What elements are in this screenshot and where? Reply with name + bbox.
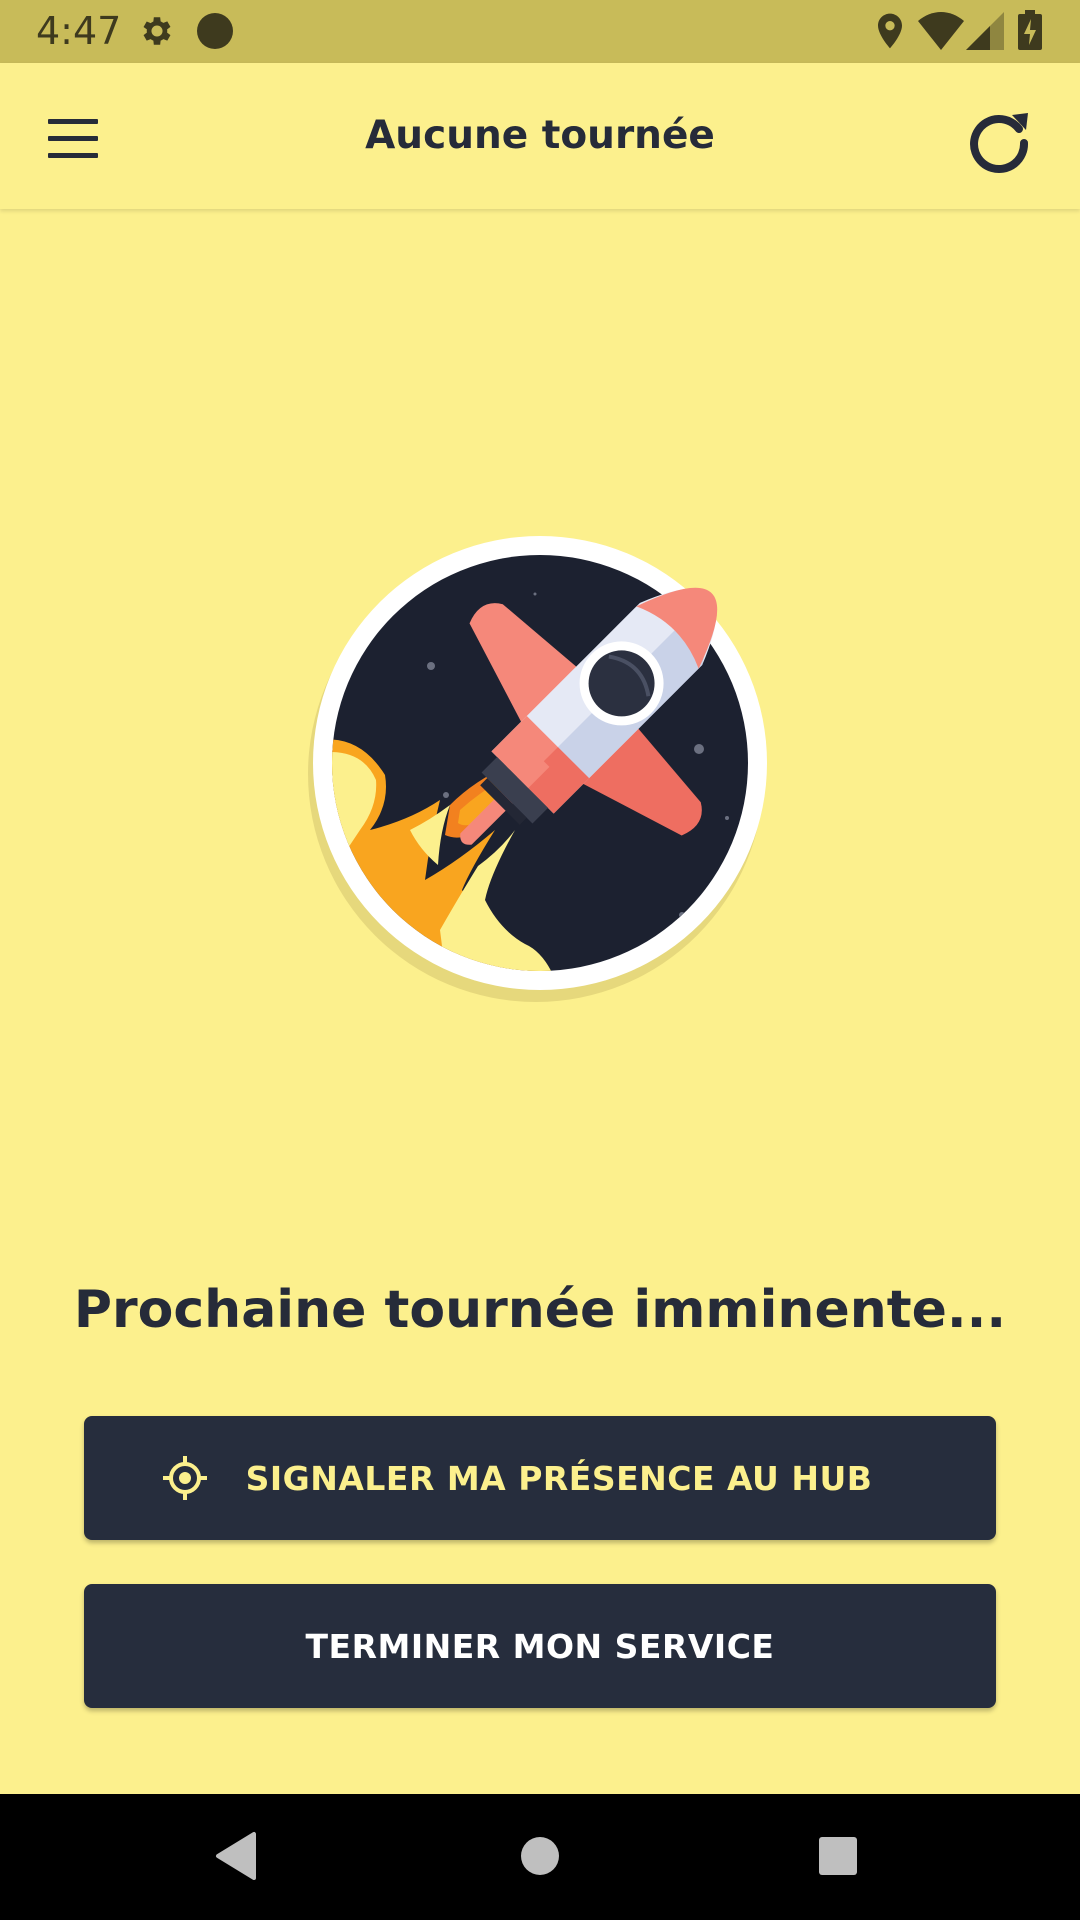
rocket-illustration (308, 536, 767, 1002)
home-icon[interactable] (518, 1834, 562, 1878)
gear-icon (143, 17, 171, 45)
headline: Prochaine tournée imminente... (73, 1280, 1007, 1340)
signal-presence-button[interactable]: SIGNALER MA PRÉSENCE AU HUB (84, 1416, 996, 1540)
end-service-label: TERMINER MON SERVICE (305, 1626, 775, 1666)
end-service-button[interactable]: TERMINER MON SERVICE (84, 1584, 996, 1708)
signal-icon (966, 12, 1004, 50)
circle-notification-icon (197, 13, 233, 49)
back-icon[interactable] (212, 1830, 258, 1882)
status-bar: 4:47 (0, 0, 1080, 63)
status-time: 4:47 (36, 9, 122, 53)
recents-icon[interactable] (816, 1834, 860, 1878)
page-title: Aucune tournée (365, 113, 715, 158)
wifi-icon (918, 12, 964, 50)
navigation-bar (0, 1794, 1080, 1920)
refresh-icon[interactable] (964, 103, 1036, 175)
battery-charging-icon (1018, 10, 1042, 50)
location-icon (878, 13, 902, 49)
target-icon (162, 1456, 207, 1500)
signal-presence-label: SIGNALER MA PRÉSENCE AU HUB (245, 1458, 873, 1498)
app-bar: Aucune tournée (0, 63, 1080, 209)
